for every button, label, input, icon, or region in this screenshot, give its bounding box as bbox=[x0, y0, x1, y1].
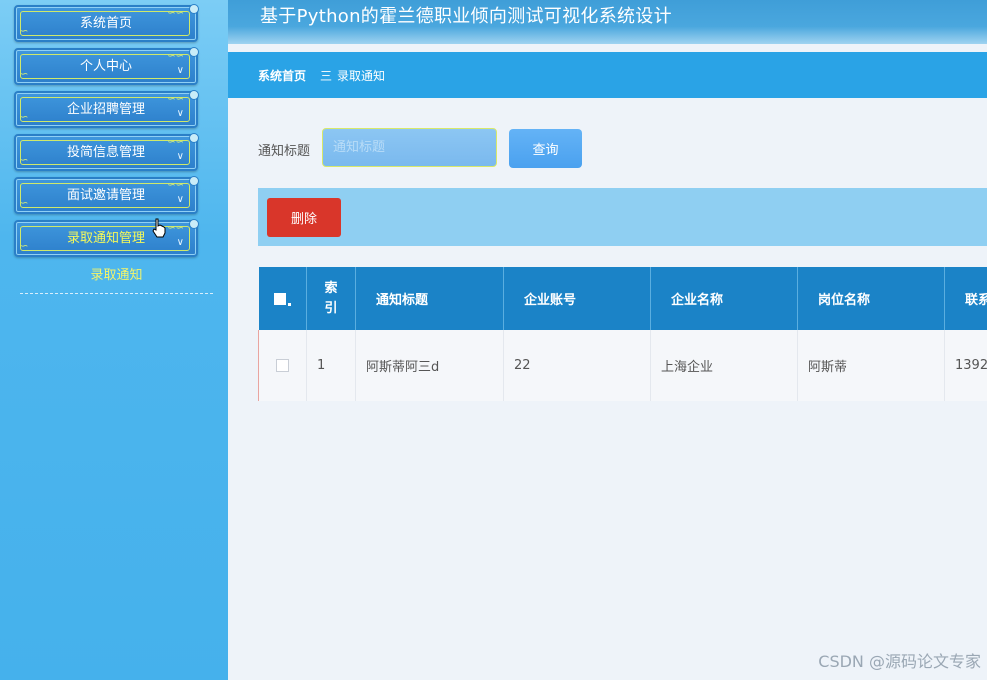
menu-item-label: 面试邀请管理 bbox=[66, 188, 145, 203]
column-header-company: 企业名称 bbox=[650, 267, 798, 330]
knob-icon bbox=[189, 176, 199, 186]
breadcrumb-separator-icon: 三 bbox=[320, 69, 333, 83]
search-button[interactable]: 查询 bbox=[509, 129, 582, 168]
data-table: 索引 通知标题 企业账号 企业名称 岗位名称 联系 1 阿斯蒂阿三d 22 上海… bbox=[258, 267, 987, 401]
menu-item-label: 个人中心 bbox=[79, 59, 132, 74]
breadcrumb: 系统首页 三 录取通知 bbox=[228, 52, 987, 98]
cell-contact: 1392 bbox=[944, 330, 987, 401]
chevron-down-icon: ∨ bbox=[176, 65, 184, 76]
cell-title: 阿斯蒂阿三d bbox=[355, 330, 504, 401]
row-checkbox[interactable] bbox=[276, 359, 289, 372]
chevron-down-icon: ∨ bbox=[176, 108, 184, 119]
column-header-account: 企业账号 bbox=[503, 267, 651, 330]
knob-icon bbox=[189, 219, 199, 229]
menu-item-resume[interactable]: ∽ ∽∽ ∨ 投简信息管理 bbox=[14, 133, 199, 171]
select-all-header[interactable] bbox=[258, 267, 307, 330]
menu-item-label: 企业招聘管理 bbox=[66, 102, 145, 117]
menu-item-home[interactable]: ∽ ∽∽ 系统首页 bbox=[14, 4, 199, 42]
chevron-down-icon: ∨ bbox=[176, 237, 184, 248]
knob-icon bbox=[189, 47, 199, 57]
menu-item-admission[interactable]: ∽ ∽∽ ∨ 录取通知管理 bbox=[14, 219, 199, 257]
cell-company: 上海企业 bbox=[650, 330, 798, 401]
knob-icon bbox=[189, 4, 199, 14]
sidebar: ∽ ∽∽ 系统首页 ∽ ∽∽ ∨ 个人中心 ∽ ∽∽ ∨ 企业招聘管理 ∽ ∽∽… bbox=[0, 0, 228, 680]
column-header-contact: 联系 bbox=[944, 267, 987, 330]
knob-icon bbox=[189, 133, 199, 143]
ornament-icon: ∽ bbox=[20, 112, 29, 123]
menu-item-label: 投简信息管理 bbox=[66, 145, 145, 160]
delete-button[interactable]: 删除 bbox=[267, 198, 341, 237]
cell-account: 22 bbox=[503, 330, 651, 401]
menu-item-personal-center[interactable]: ∽ ∽∽ ∨ 个人中心 bbox=[14, 47, 199, 85]
ornament-icon: ∽ bbox=[20, 26, 29, 37]
ornament-icon: ∽ bbox=[20, 155, 29, 166]
page-title: 基于Python的霍兰德职业倾向测试可视化系统设计 bbox=[260, 6, 672, 27]
search-input[interactable] bbox=[322, 128, 497, 167]
breadcrumb-home-link[interactable]: 系统首页 bbox=[258, 67, 306, 84]
table-row[interactable]: 1 阿斯蒂阿三d 22 上海企业 阿斯蒂 1392 bbox=[258, 330, 987, 401]
ornament-icon: ∽ bbox=[20, 241, 29, 252]
header: 基于Python的霍兰德职业倾向测试可视化系统设计 bbox=[228, 0, 987, 44]
menu-item-label: 系统首页 bbox=[79, 16, 132, 31]
column-header-index: 索引 bbox=[306, 267, 356, 330]
select-all-checkbox[interactable] bbox=[273, 292, 286, 305]
breadcrumb-current: 录取通知 bbox=[337, 69, 386, 83]
search-label: 通知标题 bbox=[258, 144, 311, 159]
menu-item-recruitment[interactable]: ∽ ∽∽ ∨ 企业招聘管理 bbox=[14, 90, 199, 128]
chevron-down-icon: ∨ bbox=[176, 151, 184, 162]
column-header-position: 岗位名称 bbox=[797, 267, 945, 330]
ornament-icon: ∽ bbox=[20, 198, 29, 209]
hand-cursor-icon bbox=[152, 218, 166, 238]
row-select-cell[interactable] bbox=[258, 330, 307, 401]
watermark: CSDN @源码论文专家 bbox=[818, 652, 981, 671]
ornament-icon: ∽∽ bbox=[167, 8, 184, 19]
table-header-row: 索引 通知标题 企业账号 企业名称 岗位名称 联系 bbox=[258, 267, 987, 330]
cell-index: 1 bbox=[306, 330, 356, 401]
toolbar: 删除 bbox=[258, 188, 987, 246]
knob-icon bbox=[189, 90, 199, 100]
submenu-item-label: 录取通知 bbox=[90, 268, 143, 283]
submenu-item-admission-notice[interactable]: 录取通知 bbox=[20, 266, 213, 294]
chevron-down-icon: ∨ bbox=[176, 194, 184, 205]
cell-position: 阿斯蒂 bbox=[797, 330, 945, 401]
column-header-title: 通知标题 bbox=[355, 267, 504, 330]
ornament-icon: ∽ bbox=[20, 69, 29, 80]
menu-item-label: 录取通知管理 bbox=[66, 231, 145, 246]
menu-item-interview[interactable]: ∽ ∽∽ ∨ 面试邀请管理 bbox=[14, 176, 199, 214]
